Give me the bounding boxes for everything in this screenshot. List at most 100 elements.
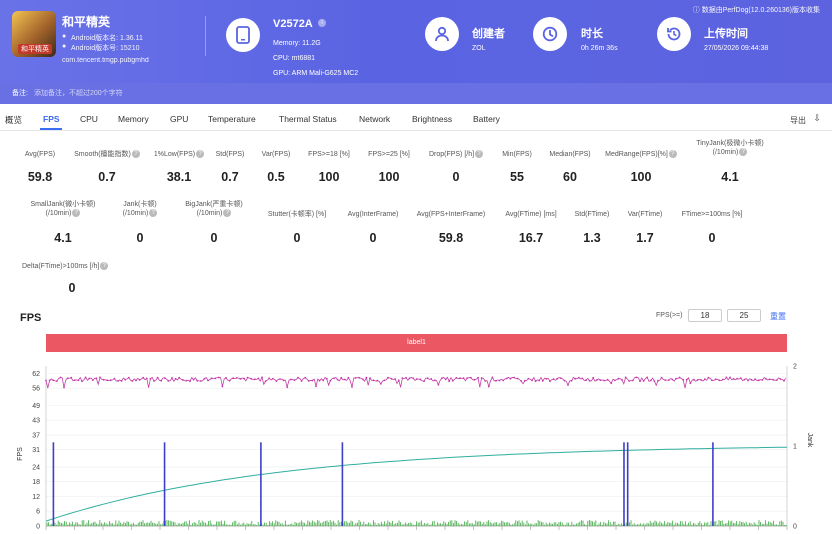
tab-fps[interactable]: FPS xyxy=(43,114,60,124)
device-cpu: CPU: mt6881 xyxy=(273,55,316,62)
fps-point xyxy=(448,380,451,383)
game-icon-label: 和平精英 xyxy=(18,44,52,54)
version-note-text: 数据由PerfDog(12.0.260136)版本收集 xyxy=(701,7,820,14)
stat-label: Avg(FPS+InterFrame) xyxy=(416,211,486,218)
fps-point xyxy=(387,376,389,379)
stat-label: FPS>=25 [%] xyxy=(368,151,410,158)
fps-point xyxy=(415,378,418,380)
fps-point xyxy=(426,377,429,379)
help-icon[interactable]: ? xyxy=(131,150,140,159)
fps-point xyxy=(574,377,577,380)
export-icon[interactable]: ⇩ xyxy=(813,113,821,124)
tab-bar: 概览 FPS CPU Memory GPU Temperature Therma… xyxy=(0,111,832,131)
export-button[interactable]: 导出 xyxy=(790,115,806,126)
tab-temperature[interactable]: Temperature xyxy=(208,114,256,124)
note-input[interactable]: 添加备注，不超过200个字符 xyxy=(34,90,123,97)
fps-point xyxy=(516,377,519,380)
stat-label: Min(FPS) xyxy=(502,151,532,158)
fps-point xyxy=(667,379,670,381)
fps-chart[interactable]: 06121824313743495662 012 FPS Jank xyxy=(0,356,832,534)
fps-point xyxy=(441,377,443,379)
fps-point xyxy=(203,377,206,380)
stat-value: 1.7 xyxy=(636,231,654,245)
fps-point xyxy=(768,378,771,381)
stat-value: 0 xyxy=(369,231,377,245)
fps-point xyxy=(300,380,303,382)
info-icon[interactable]: i xyxy=(318,19,326,27)
tab-active-indicator xyxy=(40,128,62,130)
stat-label: Stutter(卡顿率) [%] xyxy=(267,211,327,218)
tab-thermal-status[interactable]: Thermal Status xyxy=(279,114,337,124)
fps-point xyxy=(595,379,598,381)
tab-gpu[interactable]: GPU xyxy=(170,114,188,124)
fps-point xyxy=(430,378,433,380)
fps-point xyxy=(383,379,386,382)
fps-point xyxy=(783,379,785,382)
stat-value: 0.7 xyxy=(98,170,116,184)
tab-memory[interactable]: Memory xyxy=(118,114,149,124)
stat-value: 0 xyxy=(452,170,460,184)
tab-network[interactable]: Network xyxy=(359,114,390,124)
fps-point xyxy=(189,380,191,383)
fps-point xyxy=(99,376,101,379)
fps-point xyxy=(365,376,368,379)
device-memory: Memory: 11.2G xyxy=(273,40,321,47)
help-icon[interactable]: ? xyxy=(196,150,205,159)
stat-value: 38.1 xyxy=(166,170,192,184)
fps-threshold-input-2[interactable]: 25 xyxy=(727,309,761,322)
fps-point xyxy=(307,380,310,382)
version-note: ⓘ 数据由PerfDog(12.0.260136)版本收集 xyxy=(693,5,820,15)
fps-point xyxy=(117,380,119,382)
help-icon[interactable]: ? xyxy=(475,150,484,159)
help-icon[interactable]: ? xyxy=(100,262,109,271)
fps-point xyxy=(174,377,177,380)
jank-spikes xyxy=(52,442,714,526)
fps-point xyxy=(210,377,213,380)
y2-tick-label: 0 xyxy=(793,524,797,531)
fps-point xyxy=(84,376,87,379)
stat-value: 0.5 xyxy=(267,170,285,184)
fps-point xyxy=(462,377,465,380)
help-icon[interactable]: ? xyxy=(149,209,158,218)
stat-label: Jank(卡顿) (/10min)? xyxy=(122,201,158,218)
divider xyxy=(205,16,206,56)
help-icon[interactable]: ? xyxy=(668,150,677,159)
help-icon[interactable]: ? xyxy=(223,209,232,218)
fps-point xyxy=(243,377,245,380)
tab-battery[interactable]: Battery xyxy=(473,114,500,124)
stat-label: Avg(FTime) [ms] xyxy=(505,211,557,218)
fps-point xyxy=(495,379,497,382)
help-icon[interactable]: ? xyxy=(739,148,748,157)
label-bar[interactable]: label1 xyxy=(46,334,787,352)
fps-point xyxy=(347,376,350,379)
fps-point xyxy=(358,376,361,379)
note-bar[interactable]: 备注: 添加备注，不超过200个字符 xyxy=(0,83,832,104)
fps-point xyxy=(700,379,703,381)
fps-point xyxy=(109,379,112,382)
tab-overview[interactable]: 概览 xyxy=(5,114,22,126)
stat-label: Std(FTime) xyxy=(574,211,610,218)
fps-point xyxy=(559,377,562,379)
fps-point xyxy=(171,377,173,379)
stat-label: Avg(FPS) xyxy=(24,151,56,158)
fps-point xyxy=(221,385,224,388)
fps-point xyxy=(207,379,209,382)
tab-cpu[interactable]: CPU xyxy=(80,114,98,124)
fps-threshold-input-1[interactable]: 18 xyxy=(688,309,722,322)
fps-point xyxy=(239,378,242,380)
fps-point xyxy=(297,376,299,379)
help-icon[interactable]: ? xyxy=(72,209,81,218)
report-header: 和平精英 和平精英 ● Android版本名: 1.36.11 ● Androi… xyxy=(0,0,832,83)
reset-button[interactable]: 重置 xyxy=(770,311,786,322)
stat-value: 1.3 xyxy=(583,231,601,245)
y-tick-label: 62 xyxy=(32,371,40,378)
stat-label: 1%Low(FPS)? xyxy=(150,150,208,159)
fps-point xyxy=(631,379,634,382)
fps-point xyxy=(156,376,159,379)
creator-title: 创建者 xyxy=(472,28,505,40)
stat-value: 55 xyxy=(510,170,524,184)
tab-brightness[interactable]: Brightness xyxy=(412,114,452,124)
fps-point xyxy=(523,379,526,382)
fps-point xyxy=(563,379,566,382)
fps-point xyxy=(570,379,573,382)
